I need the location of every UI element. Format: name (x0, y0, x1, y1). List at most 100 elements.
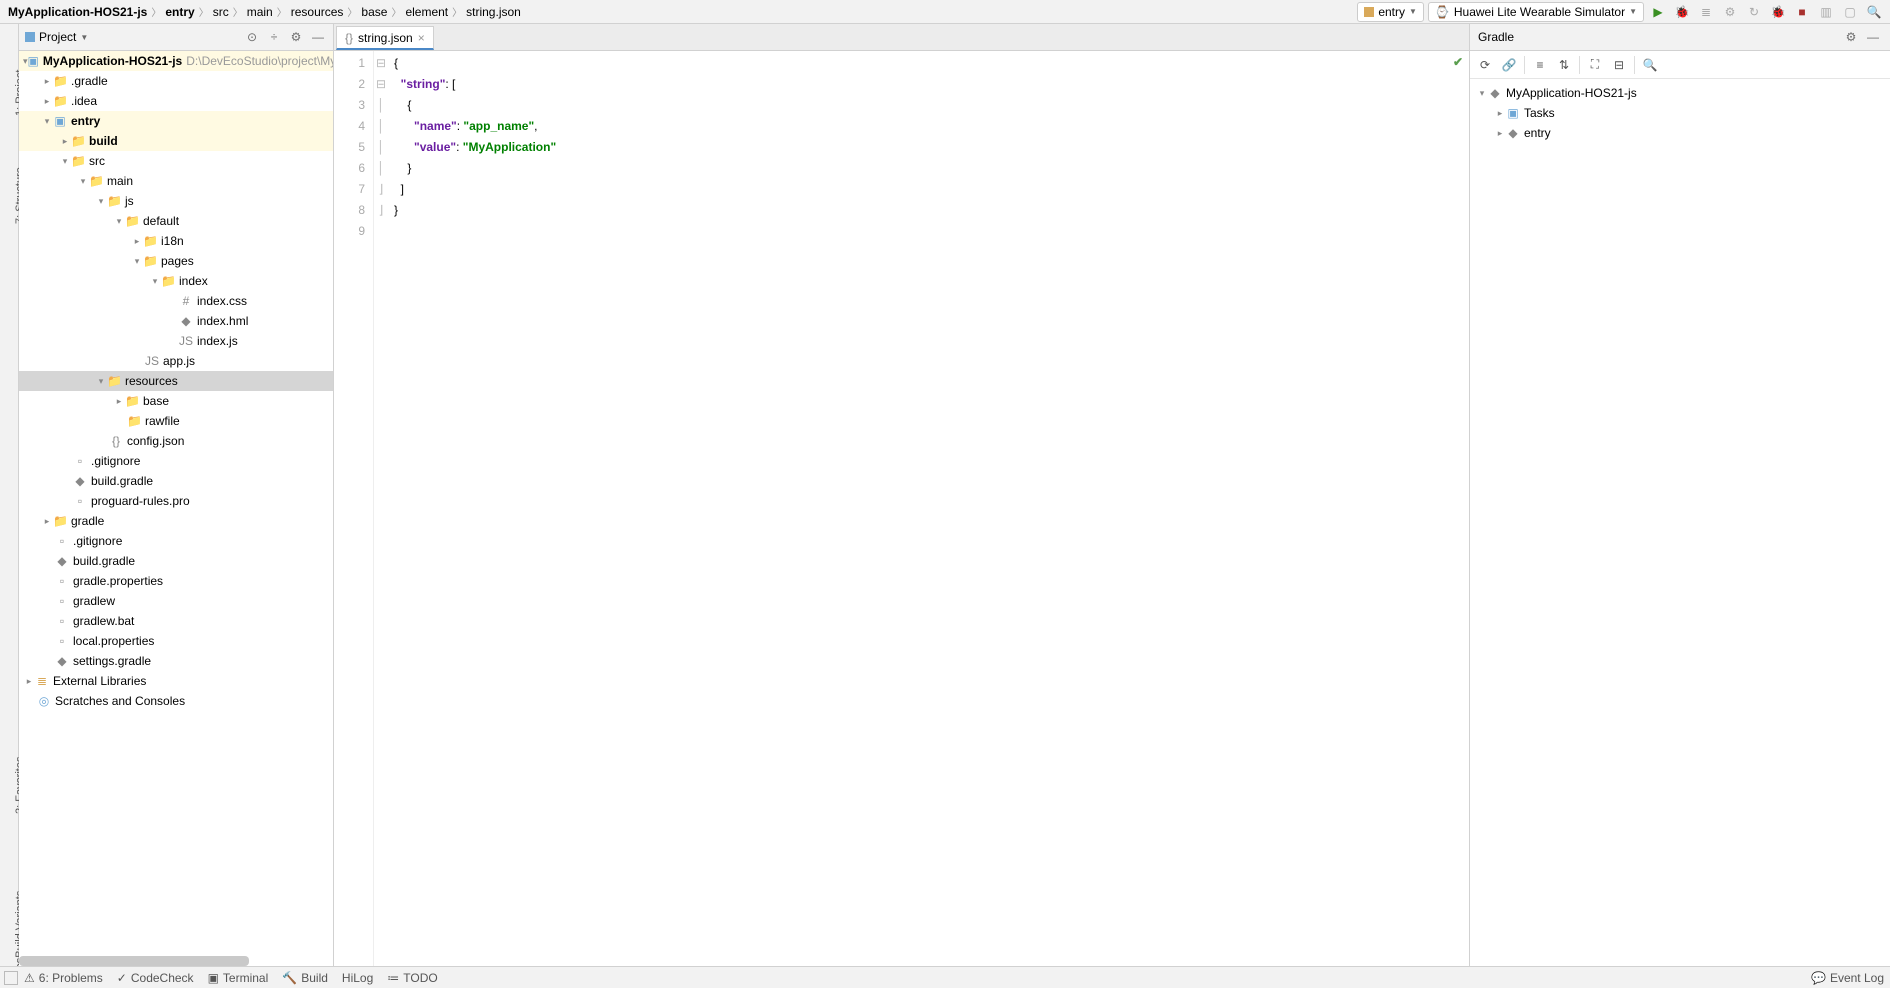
chevron-right-icon[interactable]: ▸ (41, 516, 53, 527)
gradle-tasks-node[interactable]: ▸▣Tasks (1474, 103, 1886, 123)
hide-button[interactable]: — (309, 28, 327, 46)
chevron-right-icon[interactable]: ▸ (59, 136, 71, 147)
gradle-attach-button[interactable]: 🔗 (1498, 54, 1520, 76)
crumb-0[interactable]: MyApplication-HOS21-js (6, 5, 149, 19)
tree-item-build[interactable]: ▸📁build (19, 131, 333, 151)
profile-button[interactable]: ⚙ (1720, 2, 1740, 22)
chevron-right-icon[interactable]: ▸ (23, 676, 35, 687)
tree-item-external-libraries[interactable]: ▸≣External Libraries (19, 671, 333, 691)
code-editor[interactable]: 1 2 3 4 5 6 7 8 9 ⊟ ⊟ │ │ │ │ ⌋ ⌋ { "str… (334, 51, 1470, 966)
gradle-run-task-button[interactable]: ≡ (1529, 54, 1551, 76)
chevron-right-icon[interactable]: ▸ (1494, 128, 1506, 139)
tree-item-local-properties[interactable]: ▫local.properties (19, 631, 333, 651)
coverage-button[interactable]: ≣ (1696, 2, 1716, 22)
tree-item-build-gradle-root[interactable]: ◆build.gradle (19, 551, 333, 571)
tree-item-gitignore-entry[interactable]: ▫.gitignore (19, 451, 333, 471)
tree-item-gradle-dir[interactable]: ▸📁.gradle (19, 71, 333, 91)
tree-item-gradle-root[interactable]: ▸📁gradle (19, 511, 333, 531)
chevron-right-icon[interactable]: ▸ (41, 96, 53, 107)
project-view-selector[interactable]: Project ▼ (25, 30, 243, 44)
code-content[interactable]: { "string": [ { "name": "app_name", "val… (388, 51, 1469, 966)
chevron-right-icon[interactable]: ▸ (1494, 108, 1506, 119)
gradle-search-button[interactable]: 🔍 (1639, 54, 1661, 76)
gradle-entry-node[interactable]: ▸◆entry (1474, 123, 1886, 143)
tree-item-resources[interactable]: ▾📁resources (19, 371, 333, 391)
stop-button[interactable]: ■ (1792, 2, 1812, 22)
analysis-ok-icon[interactable]: ✔ (1453, 55, 1463, 69)
crumb-3[interactable]: main (245, 5, 275, 19)
tree-item-index-hml[interactable]: ◆index.hml (19, 311, 333, 331)
fold-toggle[interactable]: ⊟ (374, 74, 388, 95)
chevron-right-icon[interactable]: ▸ (113, 396, 125, 407)
tree-item-rawfile[interactable]: 📁rawfile (19, 411, 333, 431)
chevron-right-icon[interactable]: ▸ (41, 76, 53, 87)
run-config-selector[interactable]: entry ▼ (1357, 2, 1424, 22)
debug-button[interactable]: 🐞 (1672, 2, 1692, 22)
tree-item-entry[interactable]: ▾▣entry (19, 111, 333, 131)
previewer-button[interactable]: ▢ (1840, 2, 1860, 22)
status-todo-button[interactable]: ≔TODO (387, 971, 437, 985)
tree-root[interactable]: ▾▣ MyApplication-HOS21-js D:\DevEcoStudi… (19, 51, 333, 71)
tree-item-gradlew-bat[interactable]: ▫gradlew.bat (19, 611, 333, 631)
tree-item-base[interactable]: ▸📁base (19, 391, 333, 411)
tree-item-i18n[interactable]: ▸📁i18n (19, 231, 333, 251)
status-hilog-button[interactable]: HiLog (342, 971, 373, 985)
status-eventlog-button[interactable]: 💬Event Log (1811, 971, 1884, 985)
fold-toggle[interactable]: ⊟ (374, 53, 388, 74)
tree-item-gradle-properties[interactable]: ▫gradle.properties (19, 571, 333, 591)
expand-all-button[interactable]: ÷ (265, 28, 283, 46)
project-structure-button[interactable]: ▥ (1816, 2, 1836, 22)
gradle-hide-button[interactable]: — (1864, 28, 1882, 46)
tree-item-settings-gradle[interactable]: ◆settings.gradle (19, 651, 333, 671)
crumb-1[interactable]: entry (163, 5, 196, 19)
editor-tab-string-json[interactable]: {} string.json × (336, 26, 434, 50)
crumb-7[interactable]: string.json (464, 5, 523, 19)
crumb-5[interactable]: base (359, 5, 389, 19)
horizontal-scrollbar-thumb[interactable] (19, 956, 249, 966)
crumb-6[interactable]: element (403, 5, 450, 19)
status-terminal-button[interactable]: ▣Terminal (208, 971, 269, 985)
chevron-down-icon[interactable]: ▾ (41, 116, 53, 127)
settings-button[interactable]: ⚙ (287, 28, 305, 46)
tree-item-gradlew[interactable]: ▫gradlew (19, 591, 333, 611)
close-tab-button[interactable]: × (418, 31, 425, 45)
status-problems-button[interactable]: ⚠6: Problems (24, 971, 103, 985)
status-codecheck-button[interactable]: ✓CodeCheck (117, 971, 194, 985)
tree-item-index[interactable]: ▾📁index (19, 271, 333, 291)
run-button[interactable]: ▶ (1648, 2, 1668, 22)
status-build-button[interactable]: 🔨Build (282, 971, 328, 985)
tree-item-proguard[interactable]: ▫proguard-rules.pro (19, 491, 333, 511)
gradle-collapse-button[interactable]: ⊟ (1608, 54, 1630, 76)
gradle-root-node[interactable]: ▾◆MyApplication-HOS21-js (1474, 83, 1886, 103)
hot-reload-button[interactable]: 🐞 (1768, 2, 1788, 22)
tree-item-index-js[interactable]: JSindex.js (19, 331, 333, 351)
gradle-refresh-button[interactable]: ⟳ (1474, 54, 1496, 76)
crumb-2[interactable]: src (211, 5, 231, 19)
tree-item-default[interactable]: ▾📁default (19, 211, 333, 231)
tree-item-build-gradle-entry[interactable]: ◆build.gradle (19, 471, 333, 491)
chevron-down-icon[interactable]: ▾ (149, 276, 161, 287)
chevron-down-icon[interactable]: ▾ (113, 216, 125, 227)
tree-item-config-json[interactable]: {}config.json (19, 431, 333, 451)
gradle-execute-button[interactable]: ⇅ (1553, 54, 1575, 76)
chevron-down-icon[interactable]: ▾ (95, 196, 107, 207)
chevron-down-icon[interactable]: ▾ (131, 256, 143, 267)
tree-item-js[interactable]: ▾📁js (19, 191, 333, 211)
tree-item-index-css[interactable]: #index.css (19, 291, 333, 311)
tree-item-scratches[interactable]: ◎Scratches and Consoles (19, 691, 333, 711)
tree-item-pages[interactable]: ▾📁pages (19, 251, 333, 271)
crumb-4[interactable]: resources (289, 5, 346, 19)
gradle-settings-button[interactable]: ⚙ (1842, 28, 1860, 46)
gradle-expand-button[interactable]: ⛶ (1584, 54, 1606, 76)
tree-item-app-js[interactable]: JSapp.js (19, 351, 333, 371)
toolwindow-quick-access-button[interactable] (4, 971, 18, 985)
chevron-down-icon[interactable]: ▾ (59, 156, 71, 167)
tree-item-idea-dir[interactable]: ▸📁.idea (19, 91, 333, 111)
chevron-down-icon[interactable]: ▾ (95, 376, 107, 387)
chevron-right-icon[interactable]: ▸ (131, 236, 143, 247)
attach-debugger-button[interactable]: ↻ (1744, 2, 1764, 22)
select-opened-file-button[interactable]: ⊙ (243, 28, 261, 46)
tree-item-gitignore-root[interactable]: ▫.gitignore (19, 531, 333, 551)
tree-item-main[interactable]: ▾📁main (19, 171, 333, 191)
device-selector[interactable]: ⌚ Huawei Lite Wearable Simulator ▼ (1428, 2, 1644, 22)
